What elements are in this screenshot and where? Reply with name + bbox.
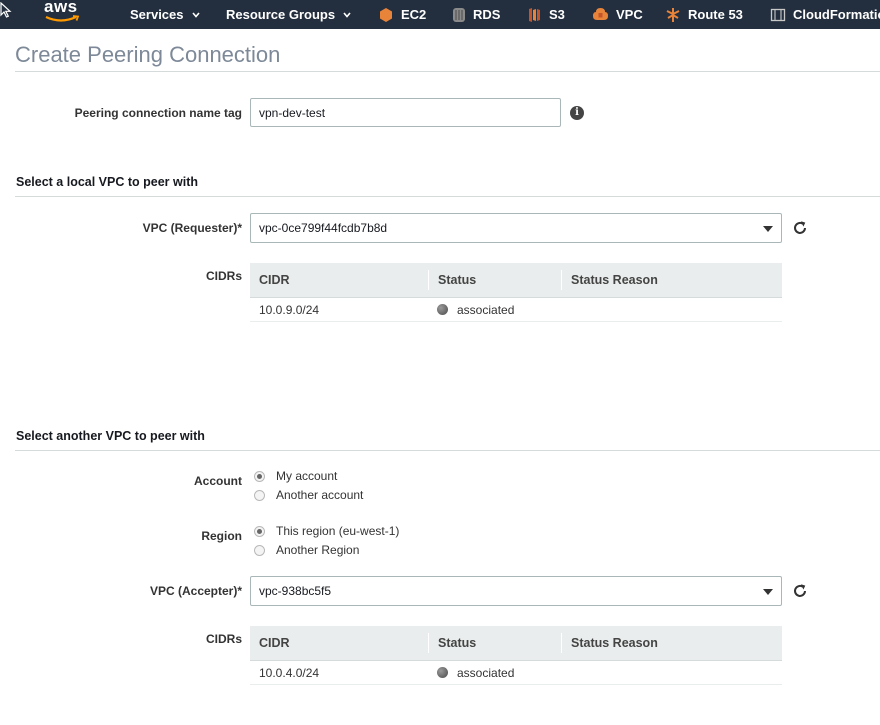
cidr-cell: 10.0.9.0/24 (259, 302, 320, 317)
column-header-status[interactable]: Status (428, 270, 561, 290)
nav-shortcut-ec2[interactable]: EC2 (378, 0, 426, 29)
vpc-accepter-label: VPC (Accepter)* (149, 584, 242, 598)
mouse-cursor-icon (0, 2, 12, 18)
local-cidr-table: CIDR Status Status Reason 10.0.9.0/24 as… (250, 263, 782, 322)
title-divider (15, 71, 880, 72)
ec2-icon (378, 7, 394, 23)
cidr-cell: 10.0.4.0/24 (259, 665, 320, 680)
info-icon[interactable]: i (570, 106, 584, 120)
nav-resource-groups-label: Resource Groups (226, 7, 336, 22)
status-text: associated (457, 665, 515, 680)
region-label: Region (201, 529, 242, 543)
column-header-cidr[interactable]: CIDR (250, 633, 428, 653)
refresh-icon[interactable] (791, 582, 809, 600)
radio-another-region-label: Another Region (276, 543, 360, 557)
radio-selected-icon (254, 525, 265, 537)
chevron-down-icon (191, 11, 200, 18)
radio-this-region-label: This region (eu-west-1) (276, 524, 400, 538)
table-header-row: CIDR Status Status Reason (250, 263, 782, 298)
s3-icon (527, 7, 542, 23)
nav-services-label: Services (130, 7, 184, 22)
nav-services-menu[interactable]: Services (130, 0, 200, 29)
nav-shortcut-rds[interactable]: RDS (452, 0, 500, 29)
page-title: Create Peering Connection (15, 42, 281, 67)
table-row: 10.0.9.0/24 associated (250, 298, 782, 322)
status-dot-icon (437, 667, 448, 678)
nav-shortcut-vpc[interactable]: VPC (592, 0, 643, 29)
refresh-icon[interactable] (791, 219, 809, 237)
column-header-status-reason[interactable]: Status Reason (561, 633, 782, 653)
radio-my-account[interactable]: My account (254, 469, 337, 483)
radio-another-account-label: Another account (276, 488, 364, 502)
nav-shortcut-rds-label: RDS (473, 7, 501, 22)
column-header-status[interactable]: Status (428, 633, 561, 653)
status-cell: associated (428, 303, 561, 317)
another-vpc-section-title: Select another VPC to peer with (16, 429, 205, 443)
nav-shortcut-s3[interactable]: S3 (527, 0, 565, 29)
status-text: associated (457, 302, 515, 317)
table-row: 10.0.4.0/24 associated (250, 661, 782, 685)
another-cidrs-label: CIDRs (205, 632, 242, 646)
vpc-accepter-value: vpc-938bc5f5 (259, 584, 332, 598)
dropdown-caret-icon (763, 226, 773, 232)
vpc-requester-value: vpc-0ce799f44fcdb7b8d (259, 221, 388, 235)
radio-unselected-icon (254, 489, 265, 501)
vpc-accepter-select[interactable]: vpc-938bc5f5 (250, 576, 782, 606)
radio-unselected-icon (254, 544, 265, 556)
name-tag-input[interactable] (250, 98, 561, 127)
rds-icon (452, 7, 466, 23)
radio-another-region[interactable]: Another Region (254, 543, 359, 557)
column-header-status-reason[interactable]: Status Reason (561, 270, 782, 290)
nav-shortcut-route53-label: Route 53 (688, 7, 743, 22)
local-vpc-section-title: Select a local VPC to peer with (16, 175, 199, 189)
another-cidr-table: CIDR Status Status Reason 10.0.4.0/24 as… (250, 626, 782, 685)
nav-shortcut-route53[interactable]: Route 53 (665, 0, 743, 29)
cloudformation-icon (770, 7, 786, 23)
another-section-divider (15, 450, 880, 451)
account-label: Account (194, 474, 242, 488)
route53-icon (665, 7, 681, 23)
radio-another-account[interactable]: Another account (254, 488, 363, 502)
status-dot-icon (437, 304, 448, 315)
radio-this-region[interactable]: This region (eu-west-1) (254, 524, 399, 538)
radio-my-account-label: My account (276, 469, 338, 483)
radio-selected-icon (254, 470, 265, 482)
column-header-cidr[interactable]: CIDR (250, 270, 428, 290)
table-header-row: CIDR Status Status Reason (250, 626, 782, 661)
nav-resource-groups-menu[interactable]: Resource Groups (226, 0, 351, 29)
local-cidrs-label: CIDRs (205, 269, 242, 283)
nav-shortcut-ec2-label: EC2 (401, 7, 427, 22)
top-nav-bar: aws Services Resource Groups EC2 RDS S3 … (0, 0, 880, 29)
nav-shortcut-s3-label: S3 (549, 7, 565, 22)
vpc-icon (592, 7, 609, 22)
dropdown-caret-icon (763, 589, 773, 595)
local-section-divider (15, 196, 880, 197)
nav-shortcut-cloudformation-label: CloudFormatio (793, 7, 880, 22)
aws-smile-icon (45, 15, 80, 22)
vpc-requester-select[interactable]: vpc-0ce799f44fcdb7b8d (250, 213, 782, 243)
name-tag-label: Peering connection name tag (74, 106, 242, 120)
status-cell: associated (428, 666, 561, 680)
nav-shortcut-vpc-label: VPC (616, 7, 643, 22)
vpc-requester-label: VPC (Requester)* (142, 221, 242, 235)
chevron-down-icon (343, 11, 351, 18)
nav-shortcut-cloudformation[interactable]: CloudFormatio (770, 0, 880, 29)
